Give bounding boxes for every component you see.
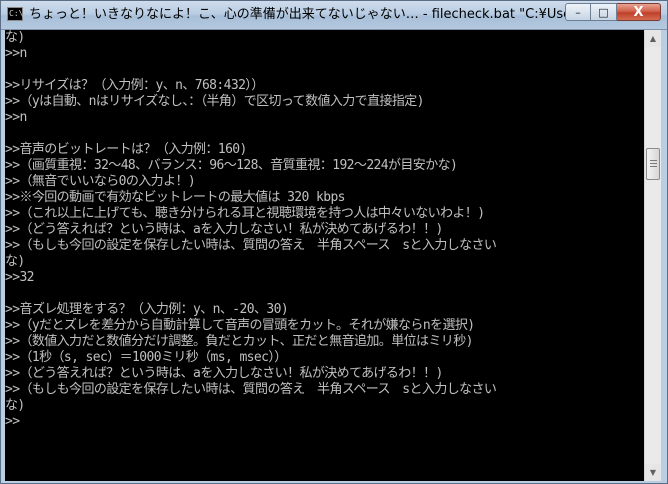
console-line: >> [5, 414, 20, 429]
vertical-scrollbar[interactable]: ▲ ▼ [644, 30, 661, 481]
scroll-thumb[interactable] [646, 148, 660, 180]
console-line: >>（これ以上に上げても、聴き分けられる耳と視聴環境を持つ人は中々いないわよ！) [5, 206, 485, 221]
console-line: >>（yだとズレを差分から自動計算して音声の冒頭をカット。それが嫌ならnを選択) [5, 318, 475, 333]
scroll-down-arrow-icon[interactable]: ▼ [645, 464, 661, 481]
console-line: >>n [5, 46, 27, 61]
console-line: >>※今回の動画で有効なビットレートの最大値は 320 kbps [5, 190, 346, 205]
console-output[interactable]: な) >>n >>リサイズは？（入力例：y、n、768:432）） >>（yは自動、n… [5, 30, 643, 481]
scroll-grip-line [650, 166, 657, 167]
console-line: >>（1秒（s, sec）＝1000ミリ秒（ms, msec）） [5, 350, 287, 365]
console-line: >>n [5, 110, 27, 125]
console-line: な) [5, 30, 25, 45]
console-line: >>（もしも今回の設定を保存したい時は、質問の答え 半角スペース sと入力しなさ… [5, 382, 497, 397]
console-line: >>（どう答えれば？という時は、aを入力しなさい！私が決めてあげるわ！！) [5, 366, 443, 381]
scroll-up-arrow-icon[interactable]: ▲ [645, 30, 661, 47]
console-line: な) [5, 398, 25, 413]
title-bar[interactable]: C:\ ちょっと！いきなりなによ！こ、心の準備が出来てないじゃない… - fil… [1, 1, 667, 30]
maximize-button[interactable]: □ [591, 3, 617, 21]
console-line: >>音声のビットレートは？（入力例：160) [5, 142, 247, 157]
cmd-icon[interactable]: C:\ [7, 7, 23, 21]
console-line: >>（画質重視：32〜48、バランス：96〜128、音質重視：192〜224が目… [5, 158, 458, 173]
console-line: >>（yは自動、nはリサイズなし、：（半角）で区切って数値入力で直接指定) [5, 94, 425, 109]
caption-buttons: – □ X [565, 3, 661, 21]
console-line: >>リサイズは？（入力例：y、n、768:432）） [5, 78, 264, 93]
console-window: C:\ ちょっと！いきなりなによ！こ、心の準備が出来てないじゃない… - fil… [0, 0, 668, 484]
window-title: ちょっと！いきなりなによ！こ、心の準備が出来てないじゃない… - fileche… [29, 7, 571, 22]
window-frame-bottom [1, 481, 667, 483]
close-button[interactable]: X [617, 3, 661, 21]
window-frame-right [661, 30, 667, 483]
console-line: >>（もしも今回の設定を保存したい時は、質問の答え 半角スペース sと入力しなさ… [5, 238, 497, 253]
console-line: >>（無音でいいなら0の入力よ！) [5, 174, 196, 189]
scroll-grip-line [650, 163, 657, 164]
scroll-grip-line [650, 160, 657, 161]
console-line: >>（どう答えれば？という時は、aを入力しなさい！私が決めてあげるわ！！) [5, 222, 443, 237]
console-line: >>32 [5, 270, 35, 285]
minimize-button[interactable]: – [565, 3, 591, 21]
console-line: な) [5, 254, 25, 269]
console-line: >>音ズレ処理をする？（入力例：y、n、-20、30) [5, 302, 289, 317]
console-line: >>（数値入力だと数値分だけ調整。負だとカット、正だと無音追加。単位はミリ秒) [5, 334, 473, 349]
